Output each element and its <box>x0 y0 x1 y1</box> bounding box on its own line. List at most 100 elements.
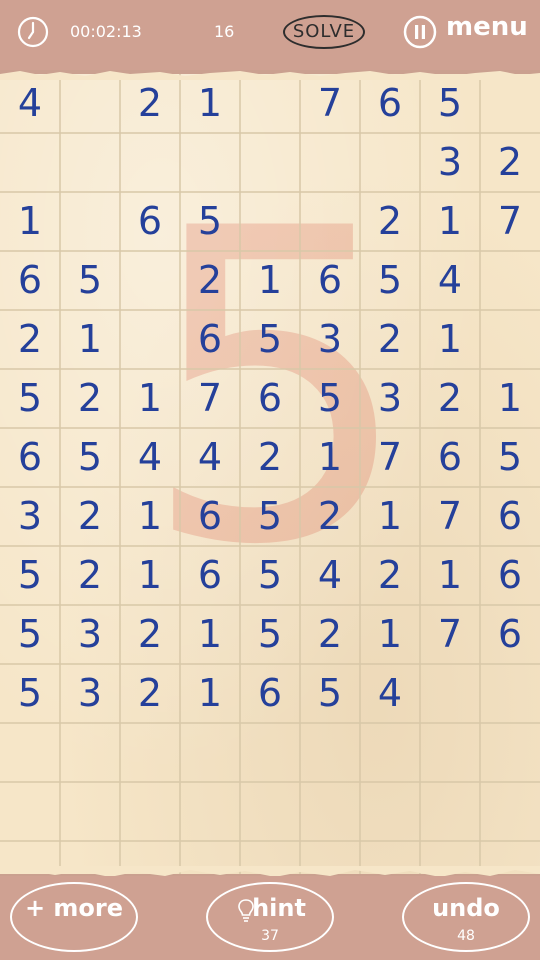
grid-cell[interactable]: 6 <box>180 546 240 605</box>
grid-cell[interactable] <box>120 723 180 782</box>
grid-cell[interactable]: 5 <box>60 251 120 310</box>
grid-cell[interactable] <box>120 133 180 192</box>
grid-cell[interactable]: 7 <box>300 74 360 133</box>
grid-cell[interactable]: 1 <box>0 192 60 251</box>
grid-cell[interactable]: 7 <box>420 487 480 546</box>
grid-cell[interactable] <box>420 723 480 782</box>
grid-cell[interactable]: 5 <box>300 369 360 428</box>
grid-cell[interactable] <box>240 74 300 133</box>
grid-cell[interactable]: 3 <box>60 605 120 664</box>
grid-cell[interactable]: 5 <box>0 546 60 605</box>
grid-cell[interactable] <box>60 74 120 133</box>
grid-cell[interactable] <box>180 133 240 192</box>
grid-cell[interactable]: 1 <box>360 487 420 546</box>
grid-cell[interactable] <box>480 782 540 841</box>
grid-cell[interactable]: 5 <box>240 605 300 664</box>
grid-cell[interactable]: 7 <box>360 428 420 487</box>
grid-cell[interactable]: 2 <box>360 546 420 605</box>
grid-cell[interactable] <box>0 723 60 782</box>
grid-cell[interactable]: 6 <box>0 251 60 310</box>
grid-cell[interactable]: 1 <box>180 664 240 723</box>
grid-cell[interactable]: 5 <box>480 428 540 487</box>
grid-cell[interactable]: 5 <box>360 251 420 310</box>
grid-cell[interactable] <box>240 133 300 192</box>
grid-cell[interactable]: 6 <box>420 428 480 487</box>
grid-cell[interactable] <box>120 251 180 310</box>
solve-button[interactable]: SOLVE <box>283 15 365 49</box>
grid-cell[interactable]: 2 <box>300 605 360 664</box>
grid-cell[interactable]: 2 <box>60 487 120 546</box>
grid-cell[interactable]: 5 <box>240 546 300 605</box>
grid-cell[interactable]: 1 <box>420 310 480 369</box>
grid-cell[interactable] <box>60 782 120 841</box>
grid-cell[interactable]: 2 <box>120 664 180 723</box>
grid-cell[interactable]: 1 <box>300 428 360 487</box>
grid-cell[interactable]: 6 <box>480 605 540 664</box>
grid-cell[interactable]: 2 <box>0 310 60 369</box>
menu-button[interactable]: menu <box>446 12 528 42</box>
grid-cell[interactable]: 6 <box>0 428 60 487</box>
grid-cell[interactable] <box>240 723 300 782</box>
more-button[interactable]: + more <box>10 882 138 952</box>
grid-cell[interactable] <box>240 782 300 841</box>
grid-cell[interactable] <box>480 251 540 310</box>
grid-cell[interactable]: 2 <box>120 605 180 664</box>
grid-cell[interactable] <box>120 782 180 841</box>
grid-cell[interactable] <box>180 723 240 782</box>
grid-cell[interactable] <box>120 310 180 369</box>
grid-cell[interactable] <box>480 664 540 723</box>
undo-button[interactable]: undo 48 <box>402 882 530 952</box>
grid-cell[interactable]: 1 <box>60 310 120 369</box>
grid-cell[interactable] <box>420 782 480 841</box>
grid-cell[interactable]: 1 <box>120 487 180 546</box>
grid-cell[interactable]: 6 <box>360 74 420 133</box>
grid-cell[interactable] <box>360 723 420 782</box>
grid-cell[interactable]: 4 <box>0 74 60 133</box>
grid-cell[interactable]: 2 <box>240 428 300 487</box>
grid-cell[interactable]: 1 <box>120 369 180 428</box>
grid-cell[interactable] <box>60 192 120 251</box>
grid-cell[interactable]: 7 <box>480 192 540 251</box>
grid-cell[interactable]: 3 <box>300 310 360 369</box>
grid-cell[interactable] <box>300 723 360 782</box>
grid-cell[interactable]: 2 <box>360 310 420 369</box>
grid-cell[interactable]: 1 <box>360 605 420 664</box>
grid-cell[interactable]: 5 <box>240 487 300 546</box>
grid-cell[interactable]: 4 <box>180 428 240 487</box>
grid-cell[interactable] <box>180 782 240 841</box>
grid-cell[interactable]: 4 <box>300 546 360 605</box>
grid-cell[interactable] <box>420 664 480 723</box>
grid-cell[interactable]: 1 <box>420 192 480 251</box>
grid-cell[interactable]: 7 <box>420 605 480 664</box>
grid-cell[interactable] <box>0 782 60 841</box>
grid-cell[interactable] <box>240 192 300 251</box>
grid-cell[interactable]: 3 <box>420 133 480 192</box>
grid-cell[interactable] <box>300 782 360 841</box>
grid-cell[interactable]: 2 <box>60 369 120 428</box>
grid-cell[interactable]: 5 <box>240 310 300 369</box>
grid-cell[interactable]: 1 <box>420 546 480 605</box>
grid-cell[interactable] <box>300 192 360 251</box>
grid-cell[interactable]: 4 <box>420 251 480 310</box>
grid-cell[interactable]: 1 <box>180 74 240 133</box>
grid-cell[interactable]: 2 <box>300 487 360 546</box>
grid-cell[interactable] <box>480 310 540 369</box>
grid-cell[interactable]: 4 <box>360 664 420 723</box>
hint-button[interactable]: hint 37 <box>206 882 334 952</box>
grid-cell[interactable]: 2 <box>180 251 240 310</box>
grid-cell[interactable]: 6 <box>480 487 540 546</box>
grid-cell[interactable]: 3 <box>360 369 420 428</box>
grid-cell[interactable]: 5 <box>420 74 480 133</box>
grid-cell[interactable] <box>0 133 60 192</box>
grid-cell[interactable] <box>480 74 540 133</box>
grid-cell[interactable] <box>300 133 360 192</box>
grid-cell[interactable]: 5 <box>300 664 360 723</box>
grid-cell[interactable]: 2 <box>120 74 180 133</box>
grid-cell[interactable]: 6 <box>120 192 180 251</box>
grid-cell[interactable]: 2 <box>360 192 420 251</box>
grid-cell[interactable]: 1 <box>240 251 300 310</box>
grid-cell[interactable]: 4 <box>120 428 180 487</box>
grid-cell[interactable]: 6 <box>480 546 540 605</box>
grid-cell[interactable] <box>480 723 540 782</box>
grid-cell[interactable] <box>360 782 420 841</box>
